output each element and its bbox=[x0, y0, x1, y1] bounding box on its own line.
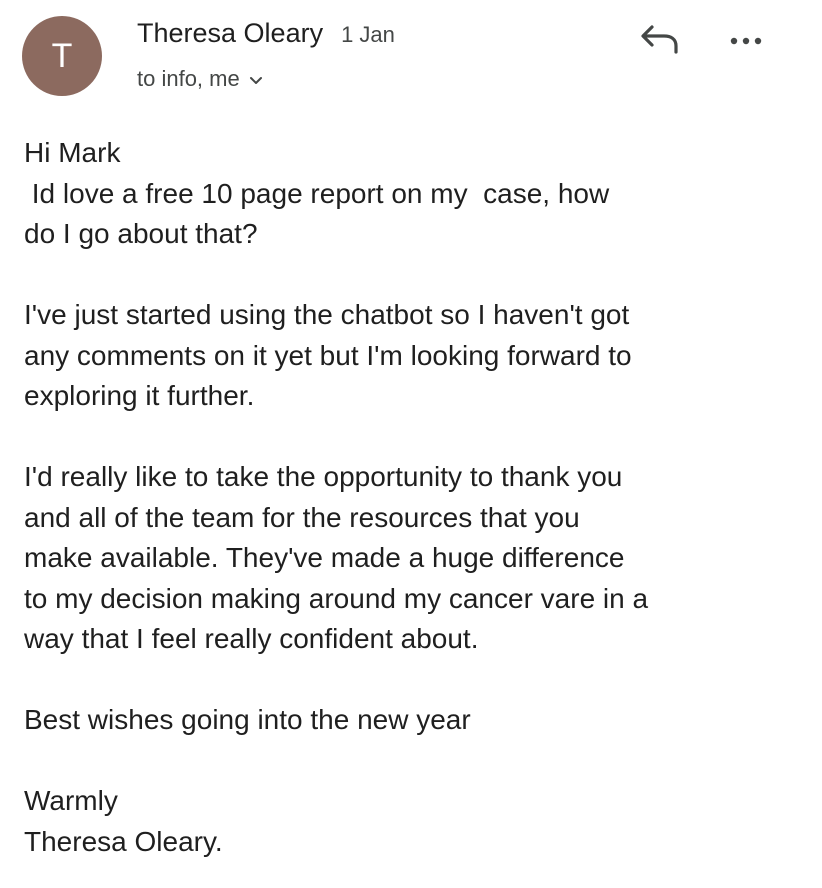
sender-name[interactable]: Theresa Oleary bbox=[137, 18, 323, 49]
body-line: Id love a free 10 page report on my case… bbox=[24, 177, 610, 209]
body-line: way that I feel really confident about. bbox=[24, 623, 479, 654]
sender-line: Theresa Oleary 1 Jan bbox=[137, 18, 395, 49]
email-header: T Theresa Oleary 1 Jan to info, me bbox=[0, 0, 822, 110]
body-signature: Theresa Oleary. bbox=[24, 825, 223, 857]
reply-button[interactable] bbox=[638, 22, 682, 62]
body-line: exploring it further. bbox=[24, 380, 255, 411]
body-line: do I go about that? bbox=[24, 218, 258, 249]
body-wishes: Best wishes going into the new year bbox=[24, 704, 471, 735]
body-line: I'd really like to take the opportunity … bbox=[24, 461, 623, 492]
chevron-down-icon bbox=[249, 76, 262, 84]
body-line: make available. They've made a huge diff… bbox=[24, 542, 625, 573]
body-greeting: Hi Mark bbox=[24, 137, 121, 168]
body-line: to my decision making around my cancer v… bbox=[24, 582, 649, 614]
email-body: Hi Mark Id love a free 10 page report on… bbox=[24, 133, 804, 862]
body-signoff: Warmly bbox=[24, 785, 118, 816]
reply-icon bbox=[641, 25, 678, 54]
sender-avatar[interactable]: T bbox=[22, 16, 102, 96]
more-options-button[interactable] bbox=[722, 26, 770, 56]
body-line: any comments on it yet but I'm looking f… bbox=[24, 339, 632, 371]
recipients-text: to info, me bbox=[137, 66, 240, 91]
more-options-icon bbox=[730, 37, 762, 45]
recipients-toggle[interactable]: to info, me bbox=[137, 66, 263, 92]
body-line: I've just started using the chatbot so I… bbox=[24, 299, 630, 330]
sent-date: 1 Jan bbox=[341, 22, 395, 47]
body-line: and all of the team for the resources th… bbox=[24, 501, 580, 533]
